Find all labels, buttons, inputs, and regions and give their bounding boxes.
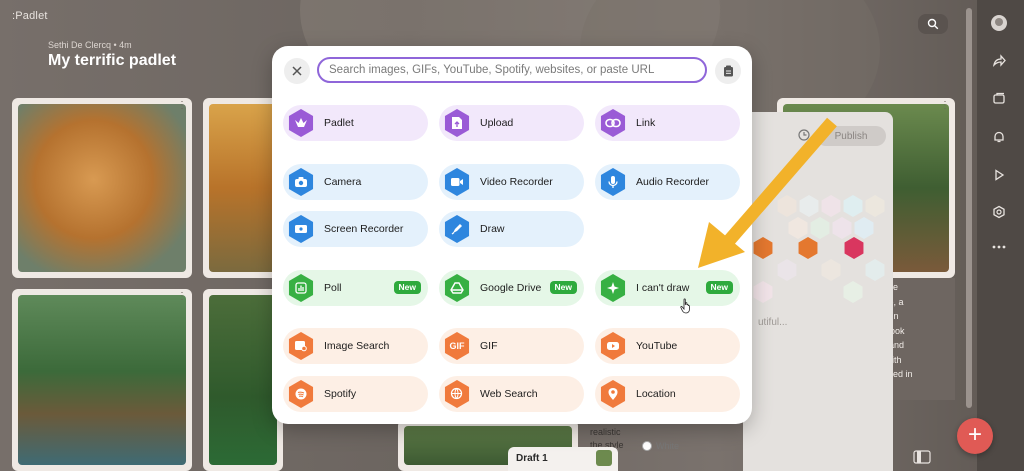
hand-cursor-icon (680, 298, 690, 314)
annotation-arrow (698, 117, 837, 268)
